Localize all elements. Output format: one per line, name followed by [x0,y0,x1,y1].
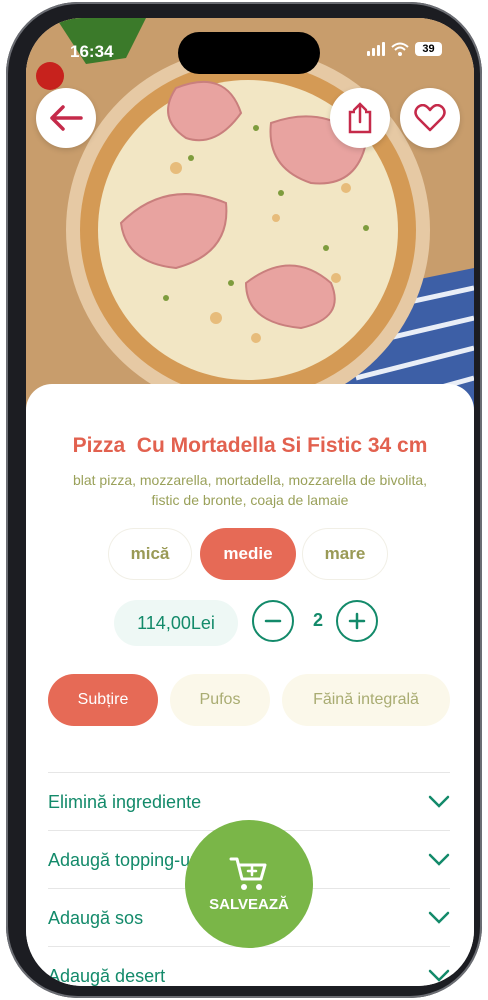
decrease-quantity-button[interactable] [252,600,294,642]
screen: 16:34 39 Pizza Cu Mortadella Si Fistic 3… [26,18,474,986]
wifi-icon [391,42,409,56]
size-option-mare[interactable]: mare [302,528,388,580]
increase-quantity-button[interactable] [336,600,378,642]
signal-icon [367,42,385,56]
share-button[interactable] [330,88,390,148]
back-button[interactable] [36,88,96,148]
product-title: Pizza Cu Mortadella Si Fistic 34 cm [72,434,428,457]
plus-icon [348,612,366,630]
product-description: blat pizza, mozzarella, mortadella, mozz… [72,472,428,508]
option-label: Adaugă topping-uri [48,849,201,870]
arrow-left-icon [50,105,83,131]
size-option-medie[interactable]: medie [200,528,296,580]
cart-icon [229,857,267,890]
quantity-value: 2 [312,610,323,630]
option-label: Adaugă desert [48,965,166,986]
minus-icon [264,619,282,623]
save-label: SALVEAZĂ [209,895,289,913]
save-button[interactable]: SALVEAZĂ [185,820,313,948]
price-label: 114,00Lei [114,600,238,646]
status-icons: 39 [367,42,442,56]
crust-option-subtire[interactable]: Subțire [48,674,158,726]
option-label: Adaugă sos [48,907,144,928]
share-icon [348,102,372,134]
size-option-mica[interactable]: mică [108,528,192,580]
chevron-down-icon [428,911,450,924]
option-label: Elimină ingrediente [48,791,202,812]
dynamic-island [178,32,320,74]
crust-option-pufos[interactable]: Pufos [170,674,270,726]
battery-indicator: 39 [415,42,442,56]
phone-frame: 16:34 39 Pizza Cu Mortadella Si Fistic 3… [6,2,482,998]
crust-option-faina-integrala[interactable]: Făină integrală [282,674,450,726]
favorite-button[interactable] [400,88,460,148]
pizza-photo [26,18,474,438]
option-row-add-dessert[interactable]: Adaugă desert [48,946,450,986]
heart-icon [414,104,446,132]
chevron-down-icon [428,795,450,808]
chevron-down-icon [428,853,450,866]
chevron-down-icon [428,969,450,982]
status-time: 16:34 [70,42,114,61]
